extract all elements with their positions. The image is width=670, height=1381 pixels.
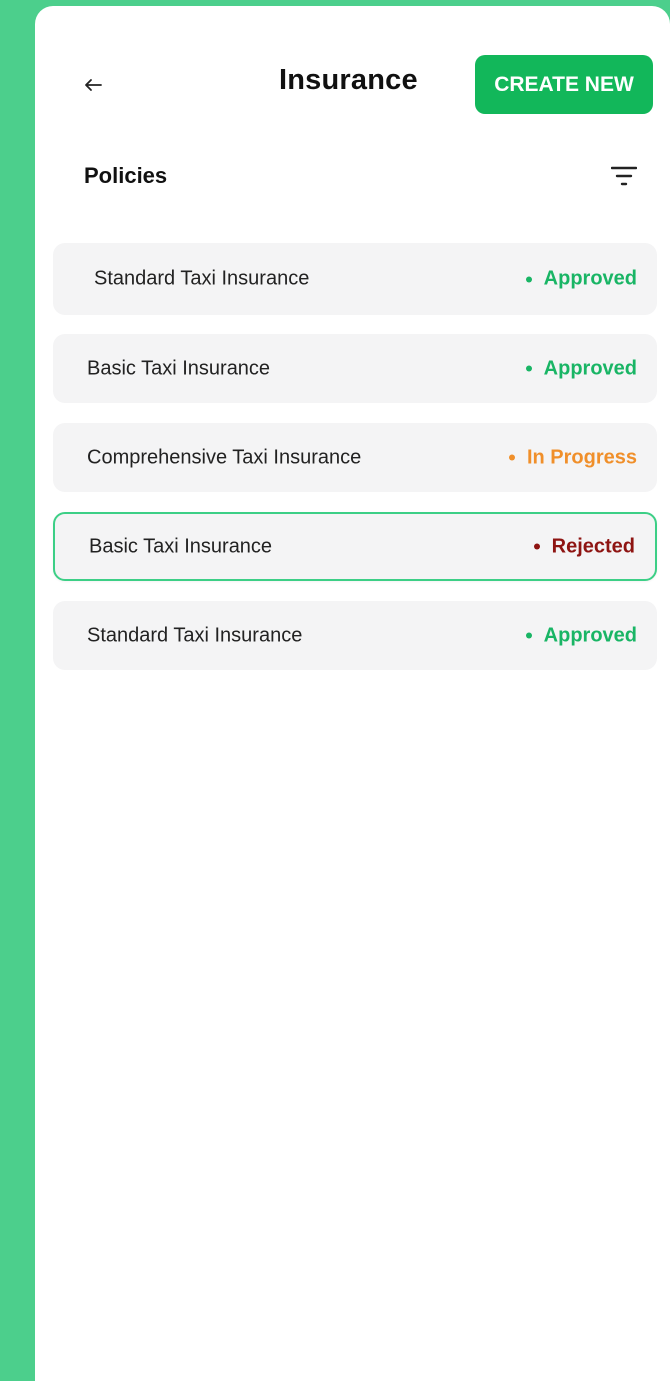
status-badge: Approved <box>525 357 637 380</box>
status-dot <box>525 276 532 282</box>
policy-name: Comprehensive Taxi Insurance <box>87 446 362 468</box>
status-dot <box>533 543 540 550</box>
status-dot <box>508 454 515 461</box>
status-badge: Approved <box>525 624 637 647</box>
policy-row[interactable]: Standard Taxi Insurance Approved <box>53 601 657 670</box>
status-dot <box>525 365 532 372</box>
status-label: Approved <box>543 624 637 646</box>
arrow-left-icon <box>85 79 102 91</box>
status-label: Rejected <box>551 535 635 557</box>
status-badge: In Progress <box>508 446 637 469</box>
status-label: Approved <box>543 267 637 290</box>
status-badge: Approved <box>525 267 637 291</box>
status-dot <box>525 632 532 639</box>
filter-button[interactable] <box>610 164 638 188</box>
header: Insurance CREATE NEW <box>35 6 670 166</box>
policy-row[interactable]: Standard Taxi Insurance Approved <box>53 243 657 315</box>
policy-name: Standard Taxi Insurance <box>94 267 310 290</box>
page-title: Insurance <box>279 64 418 96</box>
filter-icon <box>610 166 638 186</box>
policy-name: Standard Taxi Insurance <box>87 624 303 646</box>
policy-name: Basic Taxi Insurance <box>89 535 273 557</box>
section-title: Policies <box>84 163 168 188</box>
policy-row[interactable]: Basic Taxi Insurance Approved <box>53 334 657 403</box>
status-label: In Progress <box>526 446 637 468</box>
policy-row[interactable]: Comprehensive Taxi Insurance In Progress <box>53 423 657 492</box>
insurance-panel: Insurance CREATE NEW Policies Standard T… <box>35 6 670 1381</box>
status-badge: Rejected <box>533 535 635 558</box>
policy-name: Basic Taxi Insurance <box>87 357 271 379</box>
status-label: Approved <box>543 357 637 379</box>
create-new-button[interactable]: CREATE NEW <box>475 55 653 114</box>
policy-list: Standard Taxi Insurance Approved Basic T… <box>53 243 657 690</box>
back-button[interactable] <box>81 74 105 96</box>
policy-row-selected[interactable]: Basic Taxi Insurance Rejected <box>53 512 657 581</box>
